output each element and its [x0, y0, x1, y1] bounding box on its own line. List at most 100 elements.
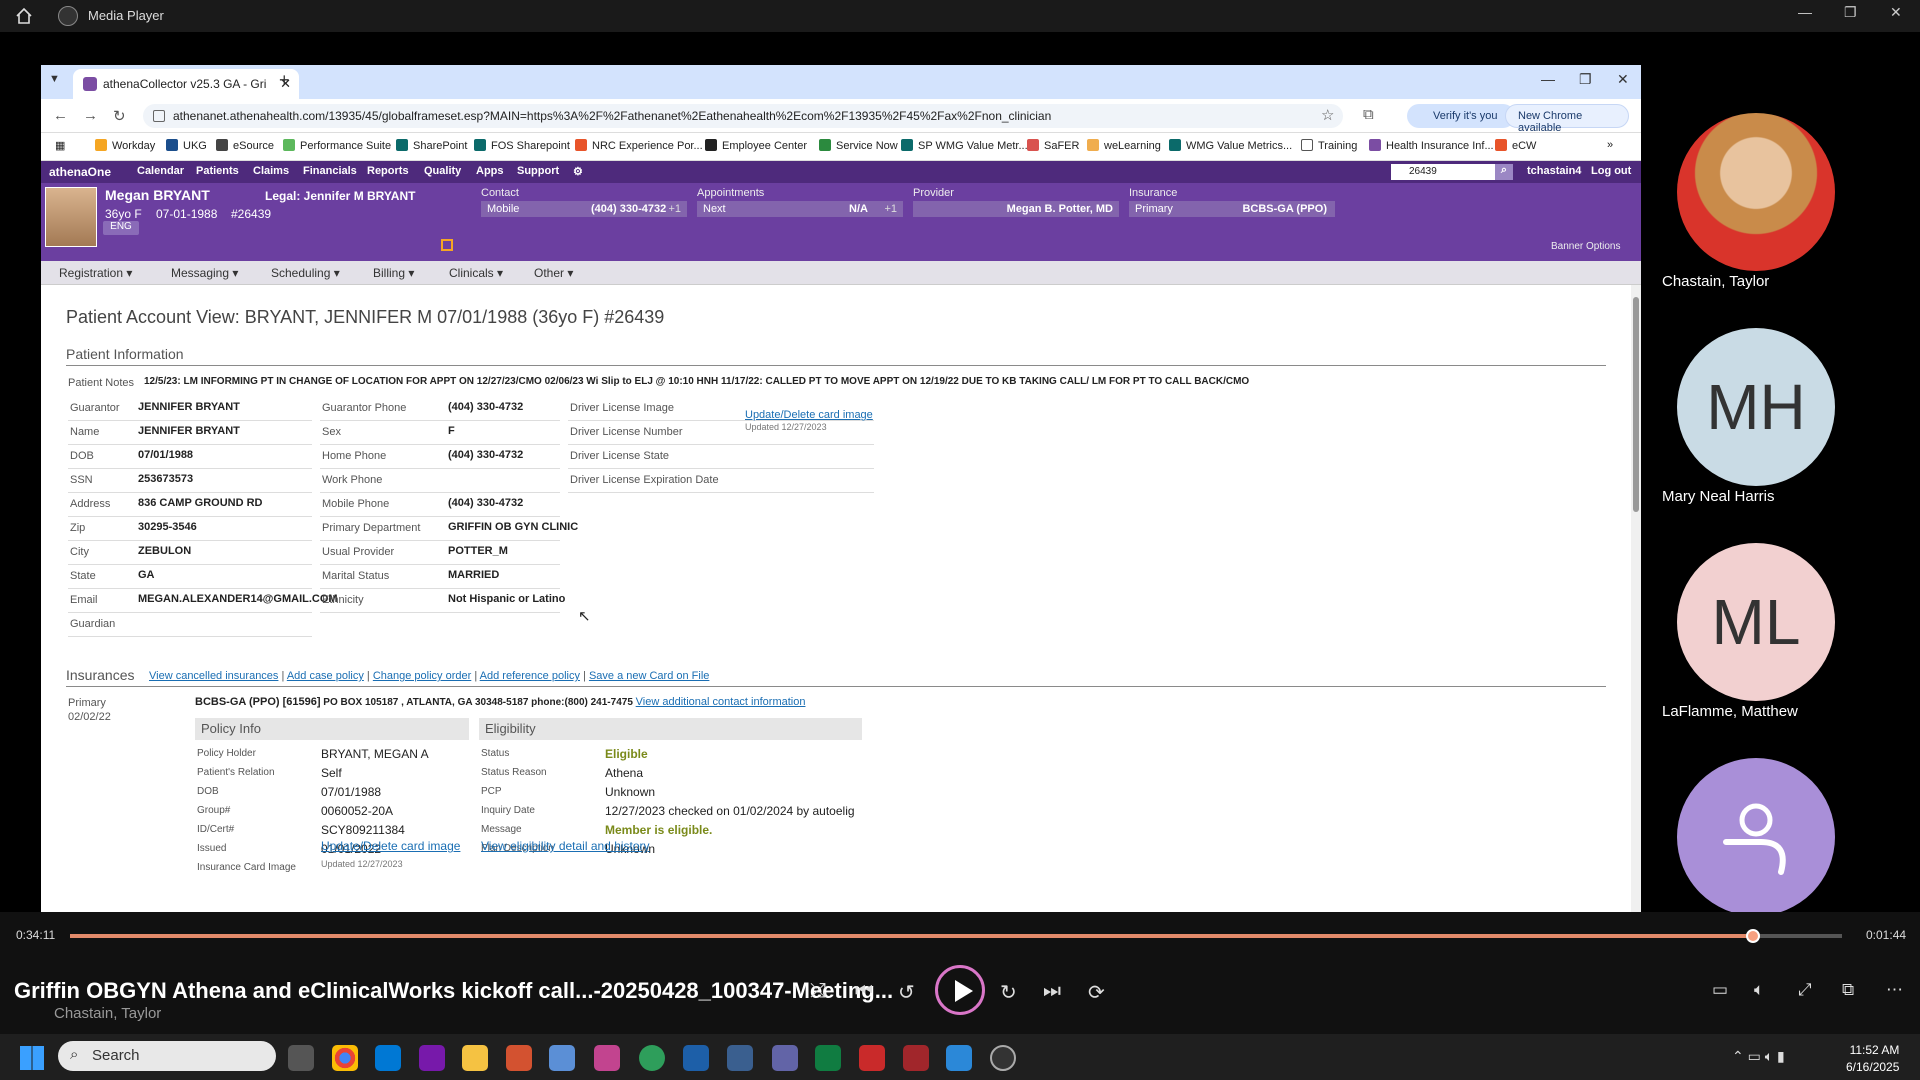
menu-messaging[interactable]: Messaging ▾ [171, 266, 238, 280]
save-card-on-file-link[interactable]: Save a new Card on File [589, 670, 709, 682]
filezilla-icon[interactable] [859, 1045, 885, 1071]
change-policy-order-link[interactable]: Change policy order [373, 670, 471, 682]
play-button[interactable] [935, 965, 985, 1015]
app-icon[interactable] [683, 1045, 709, 1071]
start-icon[interactable] [20, 1046, 44, 1070]
extensions-icon[interactable]: ⧉ [1363, 106, 1374, 123]
bookmark-nrc[interactable]: NRC Experience Por... [575, 139, 703, 152]
patient-search-input[interactable]: 26439 [1391, 164, 1509, 180]
appointments-box[interactable]: Next N/A +1 [697, 201, 903, 217]
system-tray-icon[interactable]: ⌃ ▭ 🔈︎ ▮ [1732, 1048, 1785, 1065]
search-icon[interactable]: ⌕ [1495, 164, 1513, 180]
repeat-icon[interactable]: ⟳ [1088, 980, 1105, 1005]
nav-reports[interactable]: Reports [367, 165, 409, 177]
taskbar-search[interactable]: ⌕ Search [58, 1041, 276, 1071]
forward-icon[interactable]: → [83, 107, 98, 124]
maximize-icon[interactable]: ❐ [1844, 4, 1857, 21]
close-icon[interactable]: ✕ [1890, 4, 1902, 21]
bookmark-health-insurance[interactable]: Health Insurance Inf... [1369, 139, 1494, 152]
app-icon[interactable] [639, 1045, 665, 1071]
view-contact-info-link[interactable]: View additional contact information [636, 696, 806, 708]
insurance-box[interactable]: Primary BCBS-GA (PPO) [1129, 201, 1335, 217]
minimize-icon[interactable]: — [1798, 4, 1812, 20]
menu-registration[interactable]: Registration ▾ [59, 266, 132, 280]
add-reference-policy-link[interactable]: Add reference policy [480, 670, 580, 682]
miniplayer-icon[interactable]: ⧉ [1842, 980, 1854, 1000]
forward-30-icon[interactable]: ↻ [1000, 980, 1017, 1005]
reload-icon[interactable]: ↻ [113, 107, 126, 125]
shuffle-icon[interactable]: ⤮ [810, 980, 826, 1003]
bookmark-sp-wmg[interactable]: SP WMG Value Metr... [901, 139, 1028, 152]
bookmarks-overflow-icon[interactable]: » [1607, 139, 1613, 151]
tab-search-icon[interactable]: ▼ [49, 73, 60, 85]
nav-apps[interactable]: Apps [476, 165, 504, 177]
nav-patients[interactable]: Patients [196, 165, 239, 177]
bookmark-employee-center[interactable]: Employee Center [705, 139, 807, 152]
bookmark-performance-suite[interactable]: Performance Suite [283, 139, 391, 152]
excel-icon[interactable] [815, 1045, 841, 1071]
dl-update-card-link[interactable]: Update/Delete card image [745, 409, 873, 421]
back-icon[interactable]: ← [53, 107, 68, 124]
home-icon[interactable] [14, 6, 34, 26]
next-icon[interactable]: ⏭ [1043, 980, 1061, 1003]
browser-minimize-icon[interactable]: — [1541, 71, 1555, 87]
app-icon[interactable] [903, 1045, 929, 1071]
menu-billing[interactable]: Billing ▾ [373, 266, 414, 280]
fullscreen-icon[interactable]: ⤢ [1798, 980, 1812, 1000]
browser-restore-icon[interactable]: ❐ [1579, 71, 1592, 88]
bookmark-sharepoint[interactable]: SharePoint [396, 139, 467, 152]
bookmark-training[interactable]: Training [1301, 139, 1357, 152]
bookmark-esource[interactable]: eSource [216, 139, 274, 152]
previous-icon[interactable]: ⏮ [855, 980, 873, 1003]
powerpoint-icon[interactable] [506, 1045, 532, 1071]
bookmark-ecw[interactable]: eCW [1495, 139, 1536, 152]
menu-other[interactable]: Other ▾ [534, 266, 573, 280]
nav-support[interactable]: Support [517, 165, 559, 177]
banner-options-button[interactable]: Banner Options [1551, 241, 1621, 252]
provider-box[interactable]: Megan B. Potter, MD [913, 201, 1119, 217]
nav-calendar[interactable]: Calendar [137, 165, 184, 177]
nav-quality[interactable]: Quality [424, 165, 461, 177]
site-info-icon[interactable] [153, 110, 165, 122]
view-eligibility-link[interactable]: View eligibility detail and history [481, 839, 650, 853]
bookmark-welearning[interactable]: weLearning [1087, 139, 1161, 152]
nav-financials[interactable]: Financials [303, 165, 357, 177]
add-case-policy-link[interactable]: Add case policy [287, 670, 364, 682]
more-options-icon[interactable]: ⋯ [1886, 980, 1903, 1000]
captions-icon[interactable]: ▭ [1712, 980, 1728, 1000]
app-icon[interactable] [946, 1045, 972, 1071]
view-cancelled-insurances-link[interactable]: View cancelled insurances [149, 670, 278, 682]
bookmark-wmg-value[interactable]: WMG Value Metrics... [1169, 139, 1292, 152]
teams-icon[interactable] [772, 1045, 798, 1071]
bookmark-workday[interactable]: Workday [95, 139, 155, 152]
scrollbar-thumb[interactable] [1633, 297, 1639, 512]
menu-scheduling[interactable]: Scheduling ▾ [271, 266, 340, 280]
bookmark-star-icon[interactable]: ☆ [1321, 106, 1334, 124]
url-input[interactable]: athenanet.athenahealth.com/13935/45/glob… [143, 104, 1343, 128]
flag-icon[interactable] [441, 239, 453, 251]
contact-box[interactable]: Mobile (404) 330-4732 +1 [481, 201, 687, 217]
bookmark-fos-sharepoint[interactable]: FOS Sharepoint [474, 139, 570, 152]
athena-brand[interactable]: athenaOne [49, 165, 111, 179]
app-icon[interactable] [727, 1045, 753, 1071]
user-name[interactable]: tchastain4 [1527, 165, 1581, 177]
bookmark-service-now[interactable]: Service Now [819, 139, 898, 152]
browser-close-icon[interactable]: ✕ [1617, 71, 1629, 88]
bookmark-ukg[interactable]: UKG [166, 139, 207, 152]
rewind-10-icon[interactable]: ↺ [898, 980, 915, 1005]
insurance-card-image-link[interactable]: Update/Delete card image [321, 839, 460, 853]
taskbar-clock[interactable]: 11:52 AM 6/16/2025 [1846, 1042, 1899, 1076]
bookmark-safer[interactable]: SaFER [1027, 139, 1079, 152]
outlook-icon[interactable] [375, 1045, 401, 1071]
verify-button[interactable]: Verify it's you [1407, 104, 1515, 128]
onenote-icon[interactable] [419, 1045, 445, 1071]
new-chrome-button[interactable]: New Chrome available [1505, 104, 1629, 134]
app-icon[interactable] [549, 1045, 575, 1071]
nav-claims[interactable]: Claims [253, 165, 289, 177]
apps-icon[interactable]: ▦ [55, 139, 65, 152]
volume-icon[interactable]: 🔈︎ [1754, 980, 1764, 1000]
new-tab-icon[interactable]: + [279, 70, 290, 91]
menu-clinicals[interactable]: Clinicals ▾ [449, 266, 503, 280]
patient-photo[interactable] [45, 187, 97, 247]
browser-tab[interactable]: athenaCollector v25.3 GA - Gri ✕ [73, 69, 299, 99]
